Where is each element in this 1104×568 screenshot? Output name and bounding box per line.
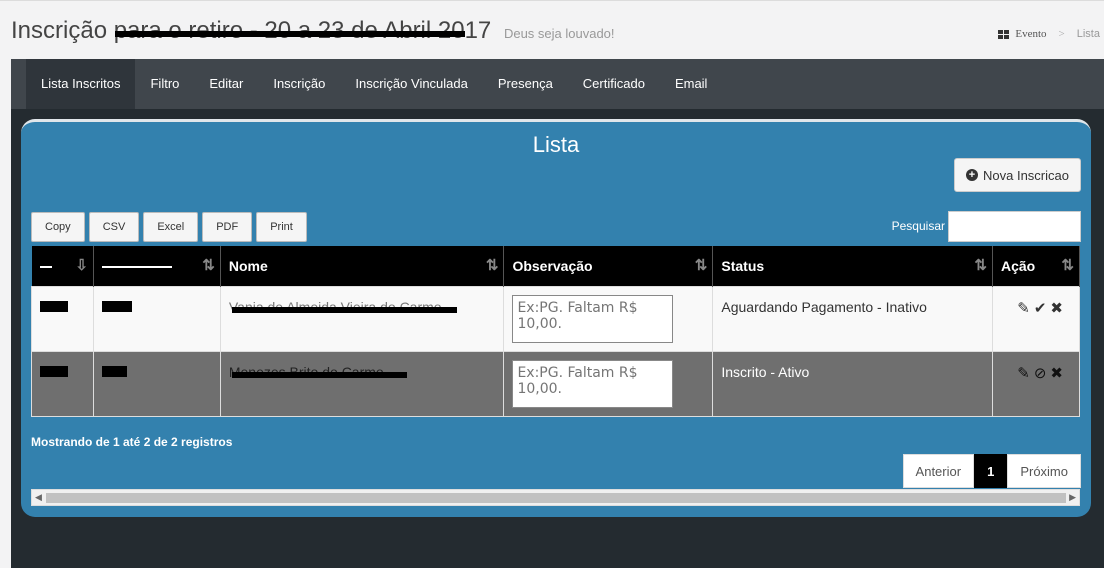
tab-lista-inscritos[interactable]: Lista Inscritos (26, 59, 136, 109)
redaction-bar (40, 300, 68, 312)
table-header-row: ⇩ ⇅ Nome ⇅ Observação ⇅ Status ⇅ Ação ⇅ (31, 246, 1080, 286)
search-input[interactable] (948, 211, 1081, 242)
scroll-right-icon[interactable]: ▶ (1069, 492, 1076, 503)
sort-desc-icon: ⇩ (75, 257, 87, 274)
previous-page-button[interactable]: Anterior (902, 454, 975, 488)
close-icon[interactable]: ✖ (1050, 299, 1063, 317)
sort-icon: ⇅ (485, 257, 498, 274)
column-header-acao[interactable]: Ação ⇅ (992, 246, 1080, 286)
cell-id (31, 285, 94, 352)
sort-icon: ⇅ (974, 257, 986, 274)
breadcrumb-event[interactable]: Evento (1015, 28, 1046, 40)
panel-title: Lista (532, 132, 580, 157)
column-header-status-label: Status (721, 257, 765, 274)
redaction-bar (40, 365, 68, 377)
scroll-left-icon[interactable]: ◀ (35, 492, 42, 503)
column-header-status[interactable]: Status ⇅ (712, 246, 993, 286)
new-registration-label: Nova Inscricao (983, 167, 1069, 183)
excel-button[interactable]: Excel (143, 212, 199, 242)
redaction-bar (39, 266, 52, 269)
content-area: Lista Inscritos Filtro Editar Inscrição … (11, 59, 1104, 568)
tab-filtro[interactable]: Filtro (135, 59, 194, 109)
ban-icon[interactable]: ⊘ (1034, 364, 1047, 382)
redaction-bar (231, 371, 407, 378)
column-header-observacao-label: Observação (512, 257, 593, 274)
pagination: Anterior 1 Próximo (902, 454, 1081, 488)
redaction-bar (115, 31, 465, 37)
page-header: Inscrição para o retiro - 20 a 23 de Abr… (0, 0, 1104, 58)
cell-observacao (503, 285, 714, 352)
tab-presenca[interactable]: Presença (483, 59, 568, 109)
cell-actions: ✎ ✔ ✖ (992, 285, 1080, 352)
column-header-nome-label: Nome (228, 257, 268, 274)
page-title: Inscrição para o retiro - 20 a 23 de Abr… (11, 17, 615, 45)
redaction-bar (101, 266, 172, 269)
navbar: Lista Inscritos Filtro Editar Inscrição … (11, 59, 1104, 109)
column-header-acao-label: Ação (1001, 257, 1036, 274)
export-buttons: Copy CSV Excel PDF Print (31, 212, 307, 242)
table-info: Mostrando de 1 até 2 de 2 registros (31, 435, 233, 449)
table-row[interactable]: Menezes Brito do Carmo Inscrito - Ativo … (31, 350, 1080, 417)
cell-status: Aguardando Pagamento - Inativo (712, 285, 993, 352)
tab-email[interactable]: Email (660, 59, 723, 109)
redaction-bar (101, 300, 132, 312)
grid-icon (998, 29, 1010, 39)
sort-icon: ⇅ (1061, 257, 1073, 274)
column-header-id[interactable]: ⇩ (31, 246, 94, 286)
tab-certificado[interactable]: Certificado (568, 59, 660, 109)
observation-field[interactable] (512, 294, 674, 343)
breadcrumb: Evento > Lista (998, 28, 1100, 40)
breadcrumb-current: Lista (1076, 28, 1100, 40)
table-row[interactable]: Vania de Almeida Vieira do Carmo Aguarda… (31, 285, 1080, 352)
list-panel: Lista + Nova Inscricao Copy CSV Excel PD… (21, 119, 1091, 517)
pdf-button[interactable]: PDF (202, 212, 253, 242)
breadcrumb-separator: > (1058, 28, 1065, 40)
horizontal-scrollbar[interactable]: ◀ ▶ (31, 489, 1080, 506)
observation-field[interactable] (512, 359, 674, 408)
next-page-button[interactable]: Próximo (1007, 454, 1081, 488)
page-1-button[interactable]: 1 (974, 454, 1008, 488)
check-icon[interactable]: ✔ (1034, 299, 1047, 317)
redaction-bar (101, 365, 127, 377)
tab-editar[interactable]: Editar (194, 59, 258, 109)
cell-status: Inscrito - Ativo (712, 350, 993, 417)
edit-icon[interactable]: ✎ (1017, 299, 1030, 317)
cell-id (31, 350, 94, 417)
copy-button[interactable]: Copy (31, 212, 85, 242)
redaction-bar (231, 306, 457, 313)
tab-inscricao-vinculada[interactable]: Inscrição Vinculada (340, 59, 483, 109)
print-button[interactable]: Print (256, 212, 307, 242)
column-header-code[interactable]: ⇅ (93, 246, 221, 286)
cell-code (92, 285, 221, 352)
sort-icon: ⇅ (202, 257, 214, 274)
new-registration-button[interactable]: + Nova Inscricao (954, 158, 1081, 192)
page-subtitle: Deus seja louvado! (503, 26, 615, 41)
plus-circle-icon: + (966, 169, 978, 181)
cell-name: Menezes Brito do Carmo (219, 350, 505, 417)
registrations-table: ⇩ ⇅ Nome ⇅ Observação ⇅ Status ⇅ Ação ⇅ … (31, 246, 1080, 417)
edit-icon[interactable]: ✎ (1017, 364, 1030, 382)
sort-icon: ⇅ (694, 257, 707, 274)
search-label: Pesquisar (891, 219, 945, 233)
close-icon[interactable]: ✖ (1050, 364, 1063, 382)
column-header-observacao[interactable]: Observação ⇅ (503, 246, 714, 286)
csv-button[interactable]: CSV (88, 212, 140, 242)
scrollbar-thumb[interactable] (46, 493, 1066, 503)
cell-code (92, 350, 221, 417)
cell-actions: ✎ ⊘ ✖ (992, 350, 1080, 417)
tab-inscricao[interactable]: Inscrição (258, 59, 340, 109)
column-header-nome[interactable]: Nome ⇅ (220, 246, 505, 286)
cell-observacao (503, 350, 714, 417)
cell-name: Vania de Almeida Vieira do Carmo (219, 285, 505, 352)
